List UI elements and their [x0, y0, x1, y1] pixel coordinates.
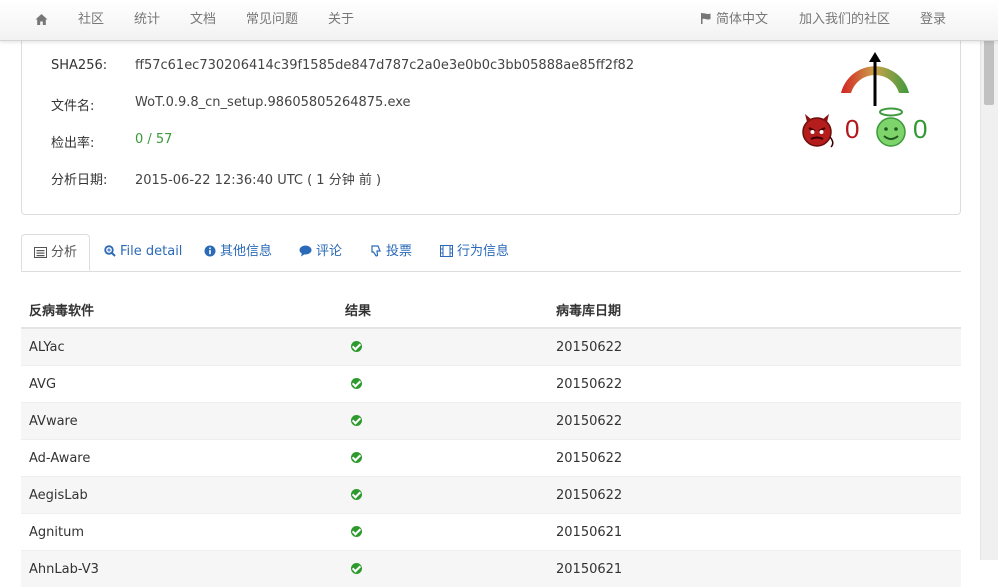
antivirus-name: AhnLab-V3 [21, 551, 337, 587]
scrollbar-thumb[interactable] [984, 30, 994, 105]
filename-label: 文件名: [51, 95, 94, 114]
table-header-row: 反病毒软件 结果 病毒库日期 [21, 291, 961, 328]
table-row: Ad-Aware 20150622 [21, 440, 961, 477]
result-cell [337, 328, 548, 366]
info-icon [204, 245, 216, 257]
detection-ratio-value: 0 / 57 [135, 132, 172, 147]
tab-votes[interactable]: 投票 [370, 234, 412, 270]
tab-file-detail[interactable]: File detail [104, 234, 182, 270]
antivirus-name: ALYac [21, 328, 337, 366]
harmless-vote-count: 0 [913, 115, 927, 143]
tab-analysis[interactable]: 分析 [21, 234, 90, 271]
tab-comments-label: 评论 [316, 244, 342, 259]
table-row: Agnitum 20150621 [21, 514, 961, 551]
check-icon [351, 378, 362, 389]
column-header-antivirus[interactable]: 反病毒软件 [21, 291, 337, 328]
comment-icon [299, 245, 312, 257]
tab-behavioural-info[interactable]: 行为信息 [440, 234, 509, 270]
analysis-date-label: 分析日期: [51, 169, 107, 188]
check-icon [351, 452, 362, 463]
tab-behavioural-info-label: 行为信息 [457, 244, 509, 259]
result-cell [337, 551, 548, 587]
tab-additional-info[interactable]: 其他信息 [204, 234, 272, 270]
check-icon [351, 341, 362, 352]
update-date: 20150622 [548, 403, 961, 440]
column-header-update[interactable]: 病毒库日期 [548, 291, 961, 328]
table-row: AVG 20150622 [21, 366, 961, 403]
analysis-date-value: 2015-06-22 12:36:40 UTC ( 1 分钟 前 ) [135, 169, 381, 188]
tab-file-detail-label: File detail [120, 244, 182, 259]
antivirus-name: Ad-Aware [21, 440, 337, 477]
language-label: 简体中文 [716, 12, 768, 27]
nav-documentation[interactable]: 文档 [190, 0, 216, 40]
antivirus-name: Agnitum [21, 514, 337, 551]
flag-icon [700, 12, 712, 24]
sha256-value: ff57c61ec730206414c39f1585de847d787c2a0e… [135, 58, 634, 73]
malicious-vote-count: 0 [845, 115, 859, 143]
detection-ratio-label: 检出率: [51, 132, 94, 151]
nav-about[interactable]: 关于 [328, 0, 354, 40]
column-header-result[interactable]: 结果 [337, 291, 548, 328]
result-cell [337, 477, 548, 514]
table-row: AhnLab-V3 20150621 [21, 551, 961, 587]
malicious-vote-icon[interactable] [800, 113, 836, 149]
check-icon [351, 526, 362, 537]
filename-value: WoT.0.9.8_cn_setup.98605805264875.exe [135, 95, 411, 110]
tab-additional-info-label: 其他信息 [220, 244, 272, 259]
update-date: 20150622 [548, 440, 961, 477]
sha256-label: SHA256: [51, 58, 107, 73]
antivirus-results-table: 反病毒软件 结果 病毒库日期 ALYac 20150622 AVG 201506… [21, 291, 961, 587]
antivirus-name: AVware [21, 403, 337, 440]
join-community-link[interactable]: 加入我们的社区 [799, 0, 890, 40]
table-row: ALYac 20150622 [21, 328, 961, 366]
nav-faq[interactable]: 常见问题 [246, 0, 298, 40]
nav-community[interactable]: 社区 [78, 0, 104, 40]
update-date: 20150622 [548, 328, 961, 366]
tab-analysis-label: 分析 [51, 245, 77, 260]
update-date: 20150622 [548, 366, 961, 403]
page-scrollbar[interactable] [980, 40, 998, 560]
update-date: 20150621 [548, 514, 961, 551]
home-icon[interactable] [35, 13, 48, 26]
analysis-tabs: 分析 File detail 其他信息 评论 投票 行为信息 [21, 234, 961, 272]
nav-statistics[interactable]: 统计 [134, 0, 160, 40]
check-icon [351, 415, 362, 426]
check-icon [351, 563, 362, 574]
update-date: 20150621 [548, 551, 961, 587]
table-row: AegisLab 20150622 [21, 477, 961, 514]
result-cell [337, 366, 548, 403]
harmless-vote-icon[interactable] [873, 107, 909, 149]
result-cell [337, 514, 548, 551]
language-selector[interactable]: 简体中文 [700, 0, 768, 40]
community-score-gauge [835, 50, 915, 110]
check-icon [351, 489, 362, 500]
film-icon [440, 245, 453, 257]
tab-comments[interactable]: 评论 [299, 234, 342, 270]
antivirus-name: AVG [21, 366, 337, 403]
top-navbar: 社区 统计 文档 常见问题 关于 简体中文 加入我们的社区 登录 [0, 0, 998, 41]
update-date: 20150622 [548, 477, 961, 514]
table-row: AVware 20150622 [21, 403, 961, 440]
antivirus-name: AegisLab [21, 477, 337, 514]
result-cell [337, 440, 548, 477]
tab-votes-label: 投票 [386, 244, 412, 259]
login-link[interactable]: 登录 [920, 0, 946, 40]
thumbs-down-icon [370, 245, 382, 257]
zoom-icon [104, 245, 116, 257]
list-icon [34, 247, 47, 258]
result-cell [337, 403, 548, 440]
